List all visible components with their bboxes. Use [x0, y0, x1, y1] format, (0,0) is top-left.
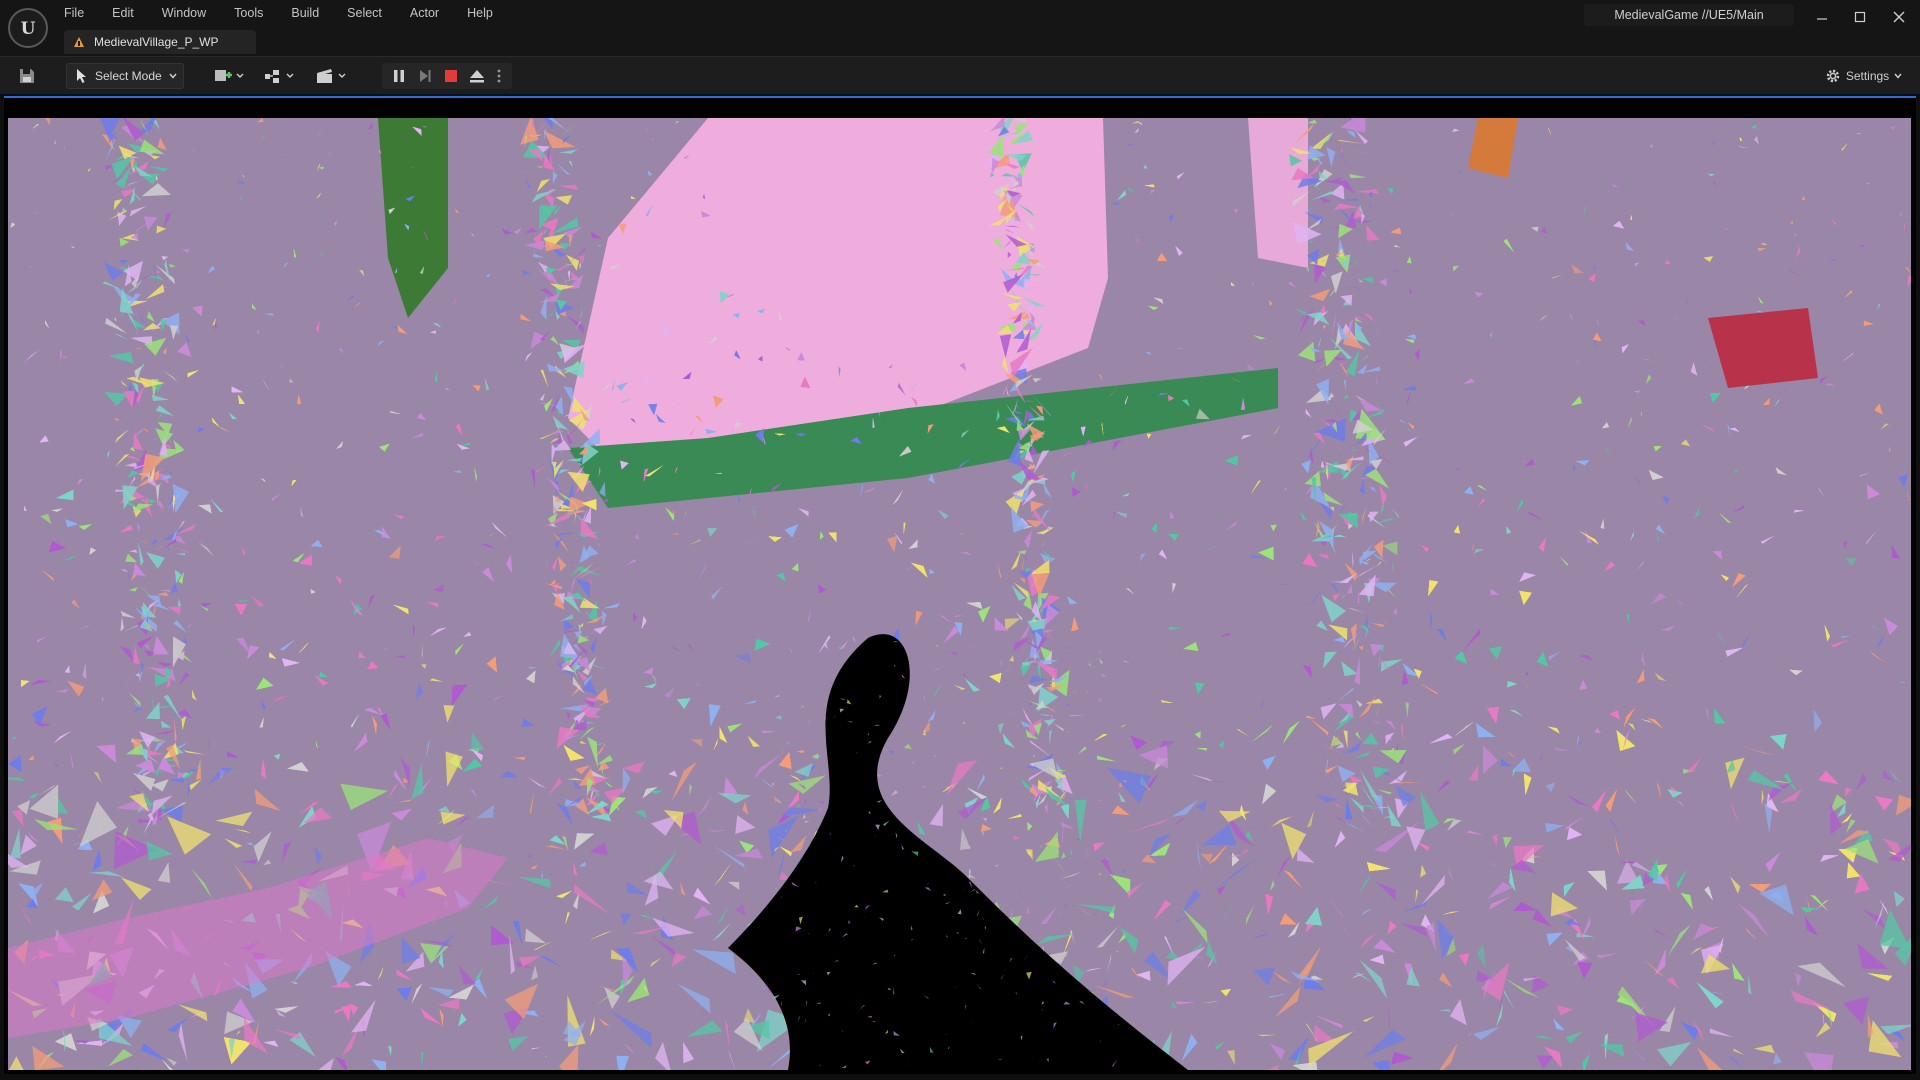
play-options-button[interactable] [492, 63, 506, 89]
chevron-down-icon [169, 73, 177, 79]
select-mode-dropdown[interactable]: Select Mode [66, 63, 184, 89]
cursor-icon [77, 69, 86, 83]
save-button[interactable] [12, 63, 42, 89]
eject-icon [470, 70, 484, 83]
orange-mesh-patch [1468, 118, 1518, 178]
eject-button[interactable] [466, 63, 488, 89]
maximize-icon [1854, 11, 1866, 23]
more-options-icon [497, 69, 501, 83]
level-tab[interactable]: MedievalVillage_P_WP [64, 30, 256, 54]
maximize-button[interactable] [1846, 6, 1874, 28]
close-icon [1893, 11, 1905, 23]
gear-icon [1826, 69, 1840, 83]
add-actor-button[interactable] [212, 63, 248, 89]
menu-select[interactable]: Select [347, 6, 396, 22]
svg-text:U: U [21, 19, 36, 39]
unreal-engine-logo-icon[interactable]: U [8, 8, 48, 48]
menu-window[interactable]: Window [162, 6, 220, 22]
title-bar: U File Edit Window Tools Build Select Ac… [0, 0, 1920, 56]
sky-region-right [1248, 118, 1308, 268]
cinematics-button[interactable] [314, 63, 352, 89]
project-label: MedievalGame //UE5/Main [1584, 4, 1794, 26]
chevron-down-icon [1894, 73, 1902, 79]
foreground-rock [8, 838, 508, 1038]
menu-help[interactable]: Help [467, 6, 507, 22]
menu-file[interactable]: File [64, 6, 98, 22]
viewport-focus-line [4, 96, 1916, 98]
nanite-triangle-visualization [8, 118, 1911, 1070]
minimize-icon [1817, 18, 1827, 20]
pause-button[interactable] [388, 63, 410, 89]
level-viewport[interactable] [8, 118, 1911, 1070]
save-icon [20, 69, 34, 83]
blueprints-button[interactable] [262, 63, 300, 89]
red-mesh-patch [1708, 308, 1818, 388]
add-actor-icon [215, 70, 244, 81]
settings-label: Settings [1845, 69, 1890, 83]
close-button[interactable] [1885, 6, 1913, 28]
menu-edit[interactable]: Edit [112, 6, 148, 22]
left-hill-patch [378, 118, 448, 318]
select-mode-label: Select Mode [95, 69, 162, 83]
pause-icon [394, 70, 404, 82]
stop-button[interactable] [440, 63, 462, 89]
settings-dropdown[interactable]: Settings [1818, 63, 1910, 89]
dark-river [728, 634, 1188, 1070]
menu-bar: File Edit Window Tools Build Select Acto… [64, 6, 507, 22]
step-forward-icon [420, 70, 431, 82]
menu-build[interactable]: Build [291, 6, 333, 22]
level-icon [74, 37, 84, 47]
stop-icon [445, 70, 457, 82]
level-tab-label: MedievalVillage_P_WP [94, 35, 219, 49]
menu-actor[interactable]: Actor [410, 6, 453, 22]
menu-tools[interactable]: Tools [234, 6, 277, 22]
minimize-button[interactable] [1808, 6, 1836, 28]
level-editor-toolbar: Select Mode Settings [0, 56, 1920, 94]
blueprint-icon [265, 70, 294, 83]
frame-skip-button[interactable] [414, 63, 436, 89]
clapperboard-icon [317, 69, 346, 83]
